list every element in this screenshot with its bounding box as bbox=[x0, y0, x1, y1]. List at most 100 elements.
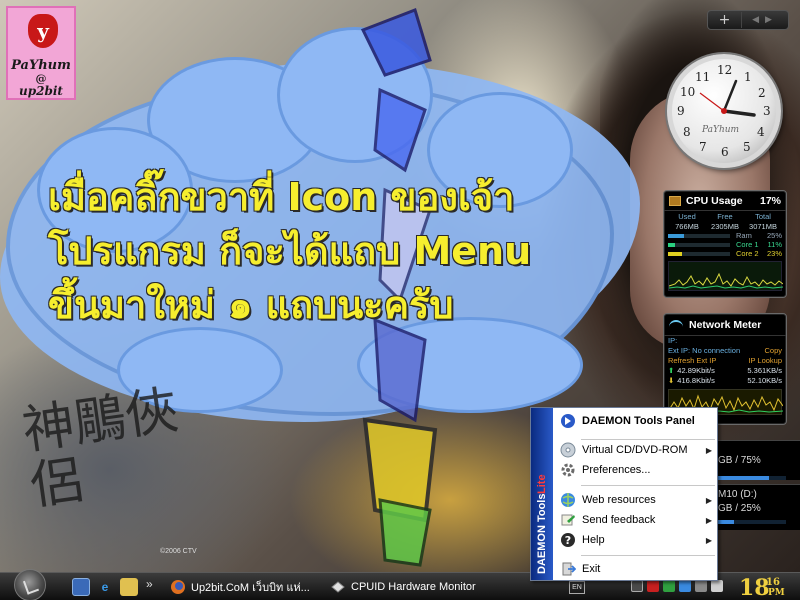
download-kbit: 416.8Kbit/s bbox=[677, 376, 715, 385]
ext-ip-line: Ext IP: No connection Copy bbox=[664, 346, 786, 356]
upload-line: ⬆ 42.89Kbit/s 5.361KB/s bbox=[664, 366, 786, 376]
tray-network-icon[interactable] bbox=[631, 580, 643, 592]
start-button[interactable] bbox=[14, 569, 46, 600]
submenu-arrow-icon: ▶ bbox=[705, 445, 712, 455]
menu-separator bbox=[581, 485, 715, 486]
refresh-line: Refresh Ext IP IP Lookup bbox=[664, 356, 786, 366]
network-title: Network Meter bbox=[689, 318, 762, 331]
daemon-tools-context-menu: DAEMON Tools Lite DAEMON Tools Panel Vir… bbox=[530, 407, 718, 581]
show-desktop-icon[interactable] bbox=[72, 578, 90, 596]
memory-headers: Used Free Total bbox=[664, 211, 786, 221]
cpu-usage-gadget[interactable]: CPU Usage 17% Used Free Total 766MB 2305… bbox=[663, 190, 787, 298]
tray-shield-icon[interactable] bbox=[647, 580, 659, 592]
svg-text:?: ? bbox=[565, 534, 571, 547]
menu-side-strip: DAEMON Tools Lite bbox=[531, 408, 553, 580]
menu-item-preferences[interactable]: Preferences... bbox=[555, 460, 717, 480]
logo-name: PaYhum bbox=[11, 58, 71, 73]
language-indicator[interactable]: EN bbox=[569, 581, 585, 594]
menu-item-label: Preferences... bbox=[582, 464, 651, 476]
upload-arrow-icon: ⬆ bbox=[668, 366, 675, 375]
tray-monitor-icon[interactable] bbox=[695, 580, 707, 592]
ie-icon[interactable]: e bbox=[96, 578, 114, 596]
usage-fill bbox=[668, 242, 675, 247]
cloud-caption-line: ขึ้นมาใหม่ ๑ แถบนะครับ bbox=[48, 283, 454, 327]
cpu-graph-line bbox=[668, 272, 784, 289]
task-cpuid[interactable]: CPUID Hardware Monitor bbox=[326, 576, 526, 598]
memory-values: 766MB 2305MB 3071MB bbox=[664, 221, 786, 231]
cpu-history-graph bbox=[668, 261, 784, 291]
usage-bar bbox=[668, 233, 730, 238]
strip-lite-text: Lite bbox=[536, 473, 548, 494]
folder-icon[interactable] bbox=[120, 578, 138, 596]
cpu-value: 17% bbox=[759, 194, 781, 207]
exit-icon bbox=[559, 561, 577, 577]
ip-label: IP: bbox=[668, 336, 678, 345]
memory-value: 3071MB bbox=[749, 222, 777, 231]
minute-hand bbox=[722, 79, 738, 113]
network-gadget-header: Network Meter bbox=[664, 314, 786, 336]
clock-hands bbox=[699, 79, 756, 117]
logo-stroke-p bbox=[360, 8, 432, 77]
logo-stroke-a bbox=[373, 87, 427, 173]
quicklaunch-more-icon[interactable]: » bbox=[146, 577, 153, 591]
submenu-arrow-icon: ▶ bbox=[705, 535, 712, 545]
disk-bar bbox=[716, 520, 786, 524]
download-kb: 52.10KB/s bbox=[747, 376, 782, 385]
menu-item-label: Virtual CD/DVD-ROM bbox=[582, 444, 688, 456]
tray-volume-icon[interactable] bbox=[711, 580, 723, 592]
memory-value: 766MB bbox=[675, 222, 699, 231]
row-pct: 23% bbox=[766, 249, 782, 258]
refresh-ext-ip-link[interactable]: Refresh Ext IP bbox=[668, 356, 716, 366]
memory-header: Total bbox=[755, 212, 771, 221]
task-firefox[interactable]: Up2bit.CoM เว็บบิท แห่... bbox=[166, 576, 326, 598]
row-label: Core 1 bbox=[736, 240, 759, 249]
menu-item-exit[interactable]: Exit bbox=[555, 559, 717, 579]
ext-ip: Ext IP: No connection bbox=[668, 346, 741, 355]
tray-display-icon[interactable] bbox=[679, 580, 691, 592]
logo-site: up2bit bbox=[19, 84, 63, 98]
ip-line: IP: bbox=[664, 336, 786, 346]
cloud-caption: เมื่อคลิ๊กขวาที่ Icon ของเจ้า โปรแกรม ก็… bbox=[48, 170, 588, 332]
tray-app-icon[interactable] bbox=[663, 580, 675, 592]
menu-item-virtual-cd-dvd-rom[interactable]: Virtual CD/DVD-ROM ▶ bbox=[555, 440, 717, 460]
cloud-caption-line: โปรแกรม ก็จะได้แถบ Menu bbox=[48, 229, 532, 273]
menu-item-web-resources[interactable]: Web resources ▶ bbox=[555, 490, 717, 510]
help-icon: ? bbox=[559, 532, 577, 548]
menu-item-help[interactable]: ? Help ▶ bbox=[555, 530, 717, 550]
clock-minute: 16 bbox=[766, 577, 780, 588]
disk-fill bbox=[716, 520, 734, 524]
clock-gadget[interactable]: 12 1 2 3 4 5 6 7 8 9 10 11 PaYhum bbox=[667, 54, 781, 168]
submenu-arrow-icon: ▶ bbox=[705, 515, 712, 525]
download-line: ⬇ 416.8Kbit/s 52.10KB/s bbox=[664, 376, 786, 386]
row-pct: 11% bbox=[767, 240, 782, 249]
usage-fill bbox=[668, 233, 684, 238]
globe-icon bbox=[559, 492, 577, 508]
cloud-caption-line: เมื่อคลิ๊กขวาที่ Icon ของเจ้า bbox=[48, 175, 515, 219]
copy-link[interactable]: Copy bbox=[764, 346, 782, 356]
cpu-icon bbox=[669, 195, 681, 206]
gadget-nav-arrows[interactable]: ◀▶ bbox=[742, 15, 788, 25]
daemon-icon bbox=[559, 413, 577, 429]
ip-lookup-link[interactable]: IP Lookup bbox=[748, 356, 782, 366]
menu-item-daemon-tools-panel[interactable]: DAEMON Tools Panel bbox=[555, 410, 717, 432]
chinese-calligraphy: 神鵰俠侶 bbox=[18, 380, 182, 517]
disc-icon bbox=[559, 442, 577, 458]
hour-hand bbox=[722, 109, 756, 117]
cpu-gadget-header: CPU Usage 17% bbox=[664, 191, 786, 211]
menu-strip-title: DAEMON Tools Lite bbox=[534, 414, 550, 574]
menu-item-label: Send feedback bbox=[582, 514, 656, 526]
logo-badge-icon: y bbox=[28, 14, 58, 48]
corner-logo: y PaYhum @ up2bit bbox=[6, 6, 76, 100]
usage-bar bbox=[668, 242, 730, 247]
menu-item-label: Exit bbox=[582, 563, 601, 575]
disk-subtext: GB / 25% bbox=[718, 503, 761, 514]
submenu-arrow-icon: ▶ bbox=[705, 495, 712, 505]
firefox-icon bbox=[170, 579, 186, 595]
sidebar-control-bar: + ◀▶ bbox=[707, 10, 789, 30]
menu-item-send-feedback[interactable]: Send feedback ▶ bbox=[555, 510, 717, 530]
row-label: Core 2 bbox=[736, 249, 759, 258]
task-label: Up2bit.CoM เว็บบิท แห่... bbox=[191, 582, 310, 594]
add-gadget-button[interactable]: + bbox=[708, 12, 742, 28]
second-hand bbox=[699, 92, 725, 112]
disk-bar bbox=[716, 476, 786, 480]
